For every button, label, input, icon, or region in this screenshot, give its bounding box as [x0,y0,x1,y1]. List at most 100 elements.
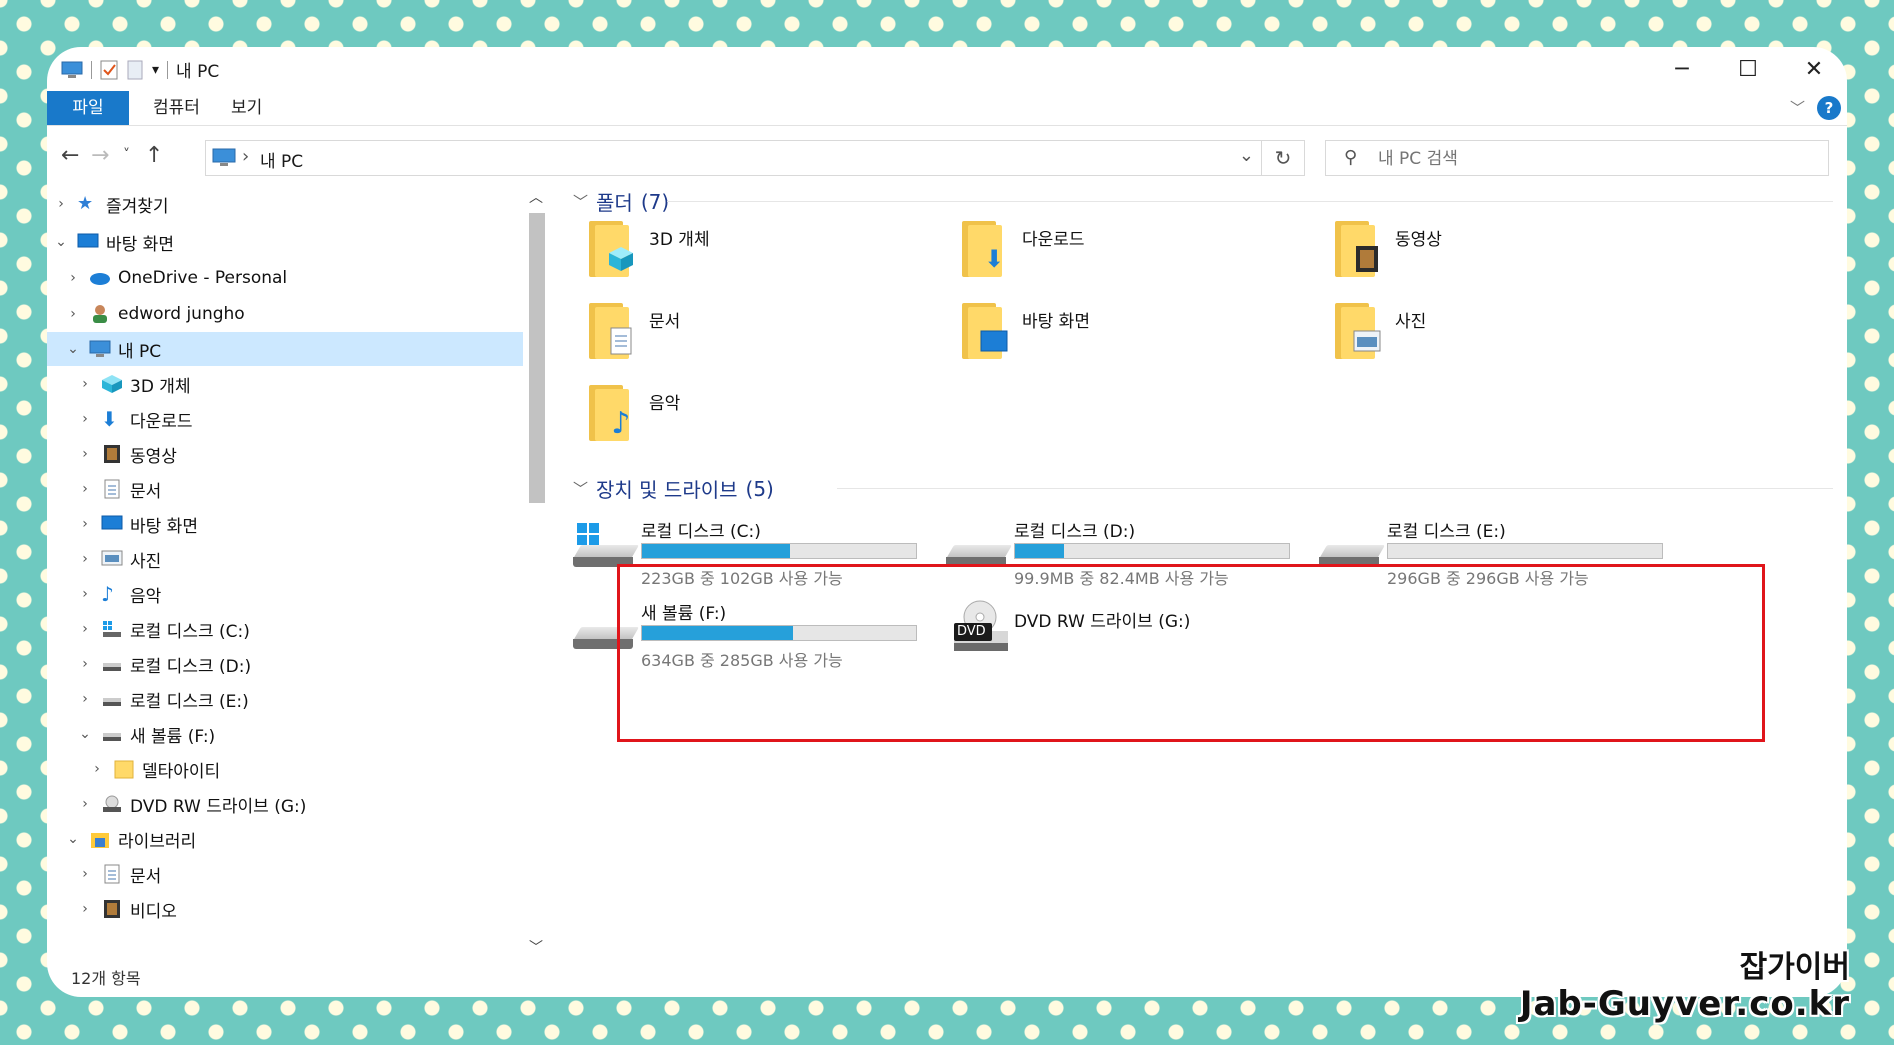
scroll-down-icon[interactable]: ﹀ [527,937,545,957]
expand-arrow-icon[interactable]: › [77,901,93,917]
cube-icon [101,374,123,394]
window-controls: ─ ☐ ✕ [1649,47,1847,91]
tree-item-label: 로컬 디스크 (C:) [130,621,250,642]
tree-item-drive-c[interactable]: › 로컬 디스크 (C:) [77,612,250,646]
drive-usage-bar [1014,543,1290,559]
back-button[interactable]: ← [61,143,79,168]
tree-item-library-videos[interactable]: › 비디오 [77,892,177,926]
tree-item-3d-objects[interactable]: › 3D 개체 [77,367,191,401]
breadcrumb-separator-icon[interactable]: › [242,146,249,167]
folder-icon: ♪ [589,385,633,441]
tree-item-libraries[interactable]: ⌄ 라이브러리 [65,822,196,856]
collapse-group-icon[interactable]: ﹀ [573,478,588,499]
folder-icon: ⬇ [962,221,1006,277]
tree-item-drive-e[interactable]: › 로컬 디스크 (E:) [77,682,249,716]
tab-file[interactable]: 파일 [47,91,129,125]
expand-arrow-icon[interactable]: › [65,270,81,286]
expand-arrow-icon[interactable]: › [77,796,93,812]
tab-view[interactable]: 보기 [231,91,262,125]
drives-group-header[interactable]: ﹀ 장치 및 드라이브 (5) [573,474,774,503]
expand-arrow-icon[interactable]: › [77,866,93,882]
expand-arrow-icon[interactable]: › [77,481,93,497]
expand-ribbon-icon[interactable]: ﹀ [1790,97,1805,118]
expand-arrow-icon[interactable]: › [77,621,93,637]
forward-button[interactable]: → [91,143,109,168]
tree-item-this-pc[interactable]: ⌄ 내 PC [47,332,523,366]
navigation-pane: › ★ 즐겨찾기 ⌄ 바탕 화면 › OneDrive - Personal ›… [47,187,523,967]
folder-tile-3d-objects[interactable]: 3D 개체 [581,217,941,293]
search-input[interactable] [1376,145,1800,173]
desktop-icon [77,232,99,252]
tree-item-videos[interactable]: › 동영상 [77,437,177,471]
up-button[interactable]: ↑ [145,143,163,168]
expand-arrow-icon[interactable]: › [65,306,81,322]
title-bar: ▾ 내 PC ─ ☐ ✕ [47,47,1847,91]
tree-item-folder-deltait[interactable]: › 델타아이티 [89,752,220,786]
document-icon [101,864,123,884]
search-box[interactable]: ⚲ [1325,140,1829,176]
close-button[interactable]: ✕ [1781,47,1847,91]
tree-item-onedrive[interactable]: › OneDrive - Personal [65,261,287,295]
tree-item-desktop-sub[interactable]: › 바탕 화면 [77,507,198,541]
scroll-up-icon[interactable]: ︿ [527,187,545,207]
film-icon [1353,245,1381,273]
tree-item-documents[interactable]: › 문서 [77,472,161,506]
expand-arrow-icon[interactable]: › [77,411,93,427]
collapse-arrow-icon[interactable]: ⌄ [65,341,81,357]
tree-item-user[interactable]: › edword jungho [65,297,245,331]
collapse-arrow-icon[interactable]: ⌄ [53,234,69,250]
expand-arrow-icon[interactable]: › [89,761,105,777]
tree-item-desktop[interactable]: ⌄ 바탕 화면 [53,225,174,259]
tab-computer[interactable]: 컴퓨터 [153,91,200,125]
scrollbar-thumb[interactable] [529,213,545,503]
expand-arrow-icon[interactable]: › [77,691,93,707]
minimize-button[interactable]: ─ [1649,47,1715,91]
maximize-button[interactable]: ☐ [1715,47,1781,91]
collapse-group-icon[interactable]: ﹀ [573,191,588,212]
properties-icon[interactable] [100,60,118,80]
status-item-count: 12개 항목 [71,969,141,988]
refresh-button[interactable]: ↻ [1261,141,1304,175]
recent-locations-button[interactable]: ˅ [123,147,130,163]
expand-arrow-icon[interactable]: › [77,376,93,392]
expand-arrow-icon[interactable]: › [77,656,93,672]
navigation-scrollbar[interactable]: ︿ ﹀ [527,187,545,957]
folder-tile-pictures[interactable]: 사진 [1327,299,1687,375]
new-folder-icon[interactable] [126,60,144,80]
tree-item-downloads[interactable]: › ⬇ 다운로드 [77,402,192,436]
folders-group-header[interactable]: ﹀ 폴더 (7) [573,187,669,216]
tree-item-pictures[interactable]: › 사진 [77,542,161,576]
folder-tile-videos[interactable]: 동영상 [1327,217,1687,293]
tree-item-favorites[interactable]: › ★ 즐겨찾기 [53,187,169,221]
expand-arrow-icon[interactable]: › [77,586,93,602]
toolbar-separator [91,60,92,79]
folder-tile-desktop[interactable]: 바탕 화면 [954,299,1314,375]
tree-item-music[interactable]: › ♪ 음악 [77,577,161,611]
folder-label: 음악 [649,394,681,414]
folder-tile-downloads[interactable]: ⬇ 다운로드 [954,217,1314,293]
folder-tile-documents[interactable]: 문서 [581,299,941,375]
expand-arrow-icon[interactable]: › [77,446,93,462]
expand-arrow-icon[interactable]: › [77,516,93,532]
tree-item-label: 새 볼륨 (F:) [130,726,216,747]
tree-item-dvd-g[interactable]: › DVD RW 드라이브 (G:) [77,787,306,821]
collapse-arrow-icon[interactable]: ⌄ [65,831,81,847]
tree-item-drive-d[interactable]: › 로컬 디스크 (D:) [77,647,251,681]
folder-label: 3D 개체 [649,230,710,250]
customize-toolbar-icon[interactable]: ▾ [152,62,159,78]
tree-item-label: 음악 [130,586,162,607]
help-button[interactable]: ? [1817,96,1841,120]
computer-icon [212,148,236,166]
folder-icon [1335,221,1379,277]
tree-item-library-documents[interactable]: › 문서 [77,857,161,891]
address-bar[interactable]: › 내 PC ⌄ ↻ [205,140,1305,176]
expand-arrow-icon[interactable]: › [53,196,69,212]
tree-item-label: 즐겨찾기 [106,196,169,217]
breadcrumb-this-pc[interactable]: 내 PC [260,147,303,172]
folder-tile-music[interactable]: ♪ 음악 [581,381,941,457]
tree-item-label: 3D 개체 [130,376,191,397]
collapse-arrow-icon[interactable]: ⌄ [77,726,93,742]
tree-item-drive-f[interactable]: ⌄ 새 볼륨 (F:) [77,717,215,751]
expand-arrow-icon[interactable]: › [77,551,93,567]
address-dropdown-icon[interactable]: ⌄ [1239,145,1254,166]
